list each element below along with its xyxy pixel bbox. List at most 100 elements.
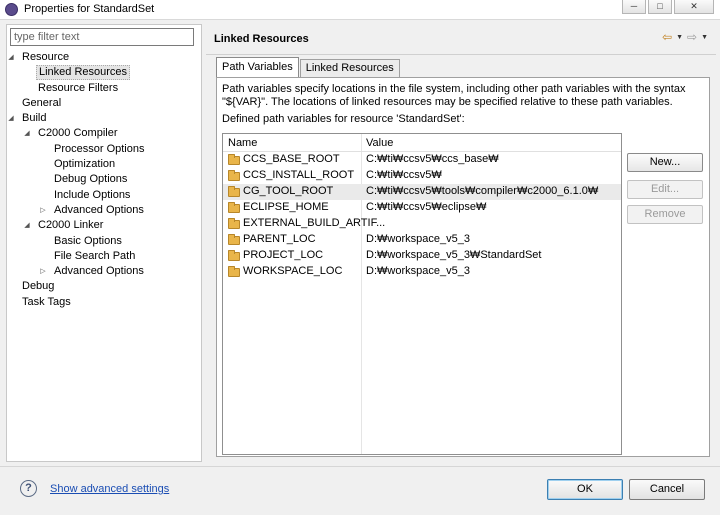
variable-name: CCS_INSTALL_ROOT xyxy=(243,169,355,181)
tree-item[interactable]: ▷ Advanced Options xyxy=(10,264,200,279)
table-row[interactable]: EXTERNAL_BUILD_ARTIF... xyxy=(223,216,621,232)
tree-item[interactable]: Task Tags xyxy=(10,295,200,310)
tree-item[interactable]: Resource Filters xyxy=(10,81,200,96)
variable-name: PARENT_LOC xyxy=(243,233,316,245)
close-button[interactable]: ✕ xyxy=(674,0,714,14)
tree-item[interactable]: General xyxy=(10,96,200,111)
tree-item[interactable]: Debug xyxy=(10,279,200,294)
property-page-content: Linked Resources ⇦ ▼ ⇨ ▼ Path Variables … xyxy=(206,24,716,462)
folder-icon xyxy=(228,218,240,229)
table-header: Name Value xyxy=(223,134,621,152)
tree-item-label: C2000 Compiler xyxy=(38,127,118,140)
table-row[interactable]: WORKSPACE_LOC D:₩workspace_v5_3 xyxy=(223,264,621,280)
expanded-arrow-icon[interactable]: ◢ xyxy=(22,218,32,233)
tab-linked-resources[interactable]: Linked Resources xyxy=(299,59,400,77)
variable-name: CG_TOOL_ROOT xyxy=(243,185,334,197)
footer-separator xyxy=(0,466,720,467)
minimize-button[interactable]: ─ xyxy=(622,0,646,14)
folder-icon xyxy=(228,154,240,165)
tree-item[interactable]: ◢ Resource xyxy=(8,50,200,65)
variable-name: EXTERNAL_BUILD_ARTIF... xyxy=(243,217,386,229)
table-row[interactable]: CG_TOOL_ROOT C:₩ti₩ccsv5₩tools₩compiler₩c… xyxy=(223,184,621,200)
expanded-arrow-icon[interactable]: ◢ xyxy=(6,111,16,126)
table-row[interactable]: ECLIPSE_HOME C:₩ti₩ccsv5₩eclipse₩ xyxy=(223,200,621,216)
variable-name: CCS_BASE_ROOT xyxy=(243,153,340,165)
tree-item-label: Resource Filters xyxy=(38,81,119,94)
folder-icon xyxy=(228,234,240,245)
tree-item[interactable]: Optimization xyxy=(10,157,200,172)
expanded-arrow-icon[interactable]: ◢ xyxy=(22,126,32,141)
tree-item[interactable]: ◢ C2000 Linker xyxy=(10,218,200,233)
new-button[interactable]: New... xyxy=(627,153,703,172)
variable-value: C:₩ti₩ccsv5₩ccs_base₩ xyxy=(366,153,499,165)
expanded-arrow-icon[interactable]: ◢ xyxy=(6,50,16,65)
folder-icon xyxy=(228,202,240,213)
collapsed-arrow-icon[interactable]: ▷ xyxy=(38,264,48,279)
tree-item-label: Linked Resources xyxy=(36,65,131,81)
tree-item-label: Debug Options xyxy=(54,173,128,186)
path-variables-panel: Path variables specify locations in the … xyxy=(216,77,710,457)
back-history-dropdown-icon[interactable]: ▼ xyxy=(676,34,683,41)
page-navigation: ⇦ ▼ ⇨ ▼ xyxy=(662,30,708,44)
column-header-name[interactable]: Name xyxy=(228,137,257,149)
tree-item-label: Resource xyxy=(22,51,70,63)
tree-item[interactable]: ◢ Build xyxy=(8,111,200,126)
tree-item-label: Processor Options xyxy=(54,142,145,155)
cancel-button[interactable]: Cancel xyxy=(629,479,705,500)
variable-name: WORKSPACE_LOC xyxy=(243,265,343,277)
tree-item-label: Include Options xyxy=(54,188,131,201)
ok-button[interactable]: OK xyxy=(547,479,623,500)
tree-item[interactable]: Processor Options xyxy=(10,142,200,157)
tree-item[interactable]: ▷ Advanced Options xyxy=(10,203,200,218)
table-row[interactable]: PARENT_LOC D:₩workspace_v5_3 xyxy=(223,232,621,248)
tree-item[interactable]: File Search Path xyxy=(10,249,200,264)
help-icon[interactable]: ? xyxy=(20,480,37,497)
collapsed-arrow-icon[interactable]: ▷ xyxy=(38,203,48,218)
folder-icon xyxy=(228,266,240,277)
tree-item-label: Optimization xyxy=(54,158,116,171)
title-separator xyxy=(206,54,716,55)
tree-item[interactable]: Linked Resources xyxy=(10,65,200,81)
defined-variables-label: Defined path variables for resource 'Sta… xyxy=(222,113,465,125)
title-bar: Properties for StandardSet ─ □ ✕ xyxy=(0,0,720,20)
back-arrow-icon[interactable]: ⇦ xyxy=(662,30,672,44)
variable-value: D:₩workspace_v5_3 xyxy=(366,233,470,245)
variable-value: D:₩workspace_v5_3₩StandardSet xyxy=(366,249,542,261)
tree-item[interactable]: Basic Options xyxy=(10,234,200,249)
table-row[interactable]: PROJECT_LOC D:₩workspace_v5_3₩StandardSet xyxy=(223,248,621,264)
filter-input[interactable] xyxy=(10,28,194,46)
tab-path-variables[interactable]: Path Variables xyxy=(216,57,299,77)
tree-item-label: General xyxy=(22,96,62,109)
column-header-value[interactable]: Value xyxy=(366,137,393,149)
tree-item-label: Task Tags xyxy=(22,295,71,308)
window-controls: ─ □ ✕ xyxy=(622,0,714,14)
table-row[interactable]: CCS_BASE_ROOT C:₩ti₩ccsv5₩ccs_base₩ xyxy=(223,152,621,168)
edit-button[interactable]: Edit... xyxy=(627,180,703,199)
maximize-button[interactable]: □ xyxy=(648,0,672,14)
page-title: Linked Resources xyxy=(214,33,309,45)
tree-item[interactable]: Include Options xyxy=(10,188,200,203)
tree-item-label: Advanced Options xyxy=(54,203,144,216)
folder-icon xyxy=(228,170,240,181)
menu-dropdown-icon[interactable]: ▼ xyxy=(701,34,708,41)
window-title: Properties for StandardSet xyxy=(24,3,155,15)
variable-value: C:₩ti₩ccsv5₩eclipse₩ xyxy=(366,201,487,213)
variable-value: C:₩ti₩ccsv5₩tools₩compiler₩c2000_6.1.0₩ xyxy=(366,185,599,197)
variable-name: PROJECT_LOC xyxy=(243,249,324,261)
table-row[interactable]: CCS_INSTALL_ROOT C:₩ti₩ccsv5₩ xyxy=(223,168,621,184)
eclipse-app-icon xyxy=(5,3,18,16)
tree-item[interactable]: ◢ C2000 Compiler xyxy=(10,126,200,141)
table-body: CCS_BASE_ROOT C:₩ti₩ccsv5₩ccs_base₩ CCS_IN… xyxy=(223,152,621,280)
show-advanced-settings-link[interactable]: Show advanced settings xyxy=(50,483,169,495)
folder-icon xyxy=(228,186,240,197)
description-text: Path variables specify locations in the … xyxy=(222,83,686,108)
forward-arrow-icon[interactable]: ⇨ xyxy=(687,30,697,44)
folder-icon xyxy=(228,250,240,261)
tree-item-label: Debug xyxy=(22,280,55,293)
tree-item[interactable]: Debug Options xyxy=(10,172,200,187)
remove-button[interactable]: Remove xyxy=(627,205,703,224)
tree-item-label: Advanced Options xyxy=(54,265,144,278)
path-variables-table[interactable]: Name Value CCS_BASE_ROOT C:₩ti₩ccsv5₩ccs_… xyxy=(222,133,622,455)
variable-value: C:₩ti₩ccsv5₩ xyxy=(366,169,442,181)
variable-value: D:₩workspace_v5_3 xyxy=(366,265,470,277)
